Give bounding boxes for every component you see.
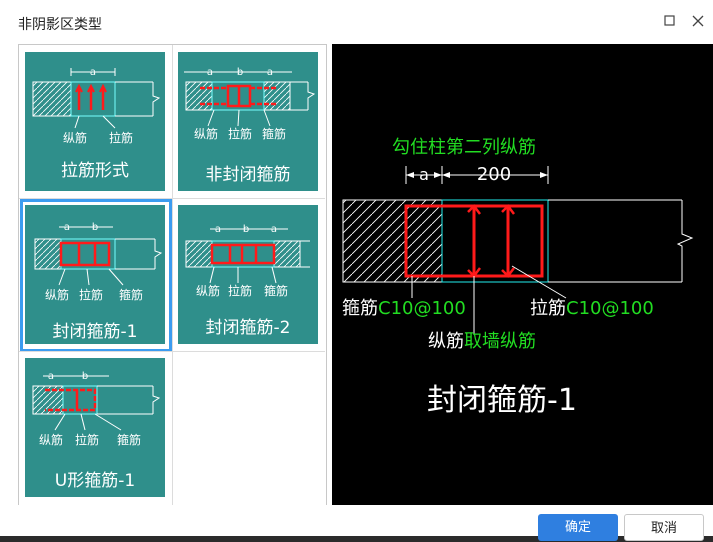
callout-label: 拉筋 xyxy=(79,287,103,302)
dim-a-label: a xyxy=(64,222,70,233)
callout-label: 拉筋 xyxy=(228,126,252,141)
option-thumbnail: a b a 纵筋 拉筋 箍筋 xyxy=(184,67,316,141)
dialog: 非阴影区类型 a 纵筋 拉筋 拉筋形式 a b a 纵筋 拉筋 箍筋 非封闭箍筋… xyxy=(0,0,713,541)
option-label: 封闭箍筋-2 xyxy=(205,318,291,338)
callout-label: 纵筋 xyxy=(39,432,63,447)
dim-b-label: b xyxy=(92,222,98,233)
callout-label: 拉筋 xyxy=(109,130,133,145)
long-label: 纵筋 xyxy=(428,331,464,352)
long-annotation: 纵筋取墙纵筋 xyxy=(428,331,536,352)
preview-caption: 封闭箍筋-1 xyxy=(427,383,577,418)
callout-label: 箍筋 xyxy=(262,126,286,141)
callout-label: 箍筋 xyxy=(119,287,143,302)
option-thumbnail: a b 纵筋 拉筋 箍筋 xyxy=(32,371,161,447)
option-tie[interactable]: a 纵筋 拉筋 拉筋形式 xyxy=(20,46,172,199)
callout-label: 纵筋 xyxy=(196,283,220,298)
preview-drawing: 勾住柱第二列纵筋 a 200 箍筋C10@100 拉筋C10@100 纵筋取墙纵… xyxy=(342,137,694,418)
dim-b-label: 200 xyxy=(477,164,511,185)
stirrup-label: 箍筋 xyxy=(342,298,378,319)
preview-panel: 勾住柱第二列纵筋 a 200 箍筋C10@100 拉筋C10@100 纵筋取墙纵… xyxy=(332,44,713,505)
option-grid: a 纵筋 拉筋 拉筋形式 a b a 纵筋 拉筋 箍筋 非封闭箍筋 a b 纵筋… xyxy=(18,44,327,507)
dim-a-label: a xyxy=(207,67,213,78)
grid-divider xyxy=(19,351,325,352)
ok-button[interactable]: 确定 xyxy=(538,514,618,541)
title-bar: 非阴影区类型 xyxy=(0,0,713,44)
dim-a-label: a xyxy=(90,67,96,78)
dim-a-label: a xyxy=(271,224,277,235)
callout-label: 箍筋 xyxy=(117,432,141,447)
grid-divider xyxy=(172,45,173,505)
dim-a-label: a xyxy=(419,165,429,184)
callout-label: 拉筋 xyxy=(228,283,252,298)
option-card: a b 纵筋 拉筋 箍筋 U形箍筋-1 xyxy=(25,358,165,497)
long-spec: 取墙纵筋 xyxy=(464,331,536,352)
option-label: 非封闭箍筋 xyxy=(205,165,291,185)
dim-b-label: b xyxy=(237,67,243,78)
tie-label: 拉筋 xyxy=(530,298,566,319)
callout-label: 拉筋 xyxy=(75,432,99,447)
dim-b-label: b xyxy=(243,224,249,235)
dim-a-label: a xyxy=(48,371,54,382)
stirrup-spec: C10@100 xyxy=(378,298,466,319)
option-card: a b a 纵筋 拉筋 箍筋 非封闭箍筋 xyxy=(178,52,318,191)
option-thumbnail: a 纵筋 拉筋 xyxy=(32,67,161,145)
close-icon xyxy=(692,15,704,27)
option-card: a b a 纵筋 拉筋 箍筋 封闭箍筋-2 xyxy=(178,205,318,344)
top-note: 勾住柱第二列纵筋 xyxy=(392,137,536,158)
tie-annotation: 拉筋C10@100 xyxy=(530,298,654,319)
close-button[interactable] xyxy=(687,10,709,32)
option-label: 封闭箍筋-1 xyxy=(52,322,138,342)
option-thumbnail: a b 纵筋 拉筋 箍筋 xyxy=(34,222,163,302)
cancel-button[interactable]: 取消 xyxy=(624,514,704,541)
maximize-button[interactable] xyxy=(659,10,681,32)
dim-b-label: b xyxy=(82,371,88,382)
option-label: U形箍筋-1 xyxy=(54,471,136,491)
option-label: 拉筋形式 xyxy=(61,161,129,181)
grid-divider xyxy=(19,198,325,199)
option-closed-stirrup-2[interactable]: a b a 纵筋 拉筋 箍筋 封闭箍筋-2 xyxy=(173,199,325,352)
tie-spec: C10@100 xyxy=(566,298,654,319)
option-closed-stirrup-1[interactable]: a b 纵筋 拉筋 箍筋 封闭箍筋-1 xyxy=(20,199,172,352)
stirrup-annotation: 箍筋C10@100 xyxy=(342,298,466,319)
dialog-title: 非阴影区类型 xyxy=(18,17,102,33)
footer: 确定 取消 xyxy=(0,505,713,541)
option-card: a 纵筋 拉筋 拉筋形式 xyxy=(25,52,165,191)
option-thumbnail: a b a 纵筋 拉筋 箍筋 xyxy=(185,224,310,298)
maximize-icon xyxy=(664,15,675,26)
callout-label: 纵筋 xyxy=(194,126,218,141)
dim-a-label: a xyxy=(267,67,273,78)
option-card: a b 纵筋 拉筋 箍筋 封闭箍筋-1 xyxy=(25,205,165,344)
callout-label: 纵筋 xyxy=(45,287,69,302)
option-open-stirrup[interactable]: a b a 纵筋 拉筋 箍筋 非封闭箍筋 xyxy=(173,46,325,199)
callout-label: 纵筋 xyxy=(63,130,87,145)
option-u-stirrup-1[interactable]: a b 纵筋 拉筋 箍筋 U形箍筋-1 xyxy=(20,352,172,505)
dim-a-label: a xyxy=(215,224,221,235)
callout-label: 箍筋 xyxy=(264,283,288,298)
